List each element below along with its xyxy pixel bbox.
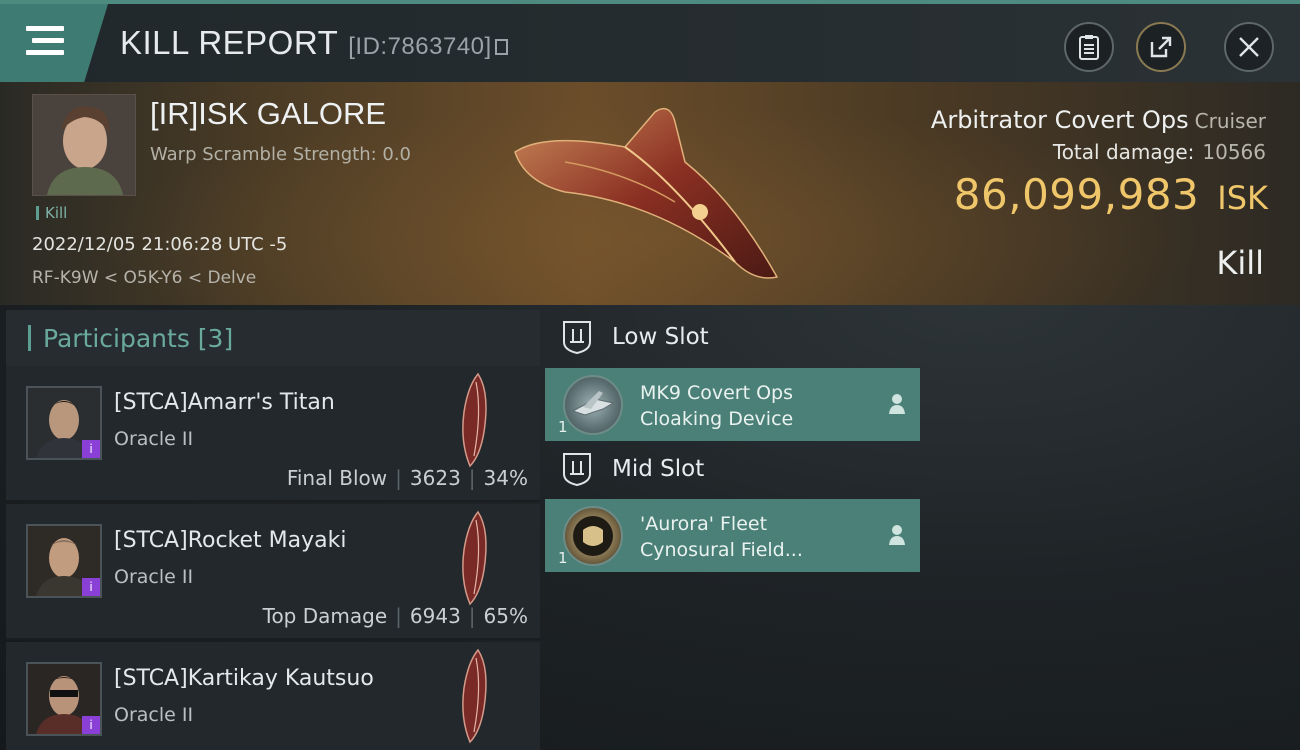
participant-name[interactable]: [STCA]Rocket Mayaki <box>114 528 346 553</box>
total-damage-label: Total damage: <box>1052 140 1195 164</box>
result-label: Kill <box>1216 244 1264 282</box>
module-name-line2: Cynosural Field... <box>640 539 803 561</box>
ship-name[interactable]: Arbitrator Covert Ops Cruiser <box>931 106 1266 134</box>
participant-ship-icon[interactable] <box>454 648 494 744</box>
participant-row[interactable]: i [STCA]Kartikay Kautsuo Oracle II <box>6 642 540 750</box>
participants-header: Participants [3] <box>6 310 540 366</box>
participant-damage: 3623 <box>409 466 461 490</box>
participant-ship-icon[interactable] <box>454 510 494 606</box>
kill-location[interactable]: RF-K9W < O5K-Y6 < Delve <box>32 268 256 288</box>
menu-button[interactable] <box>0 4 108 82</box>
low-slot-header: Low Slot <box>562 320 709 354</box>
victim-name[interactable]: [IR]ISK GALORE <box>150 96 386 132</box>
module-icon-cloak <box>563 375 623 435</box>
module-name-line1: 'Aurora' Fleet <box>640 513 768 535</box>
ship-name-text: Arbitrator Covert Ops <box>930 106 1189 134</box>
module-name-line1: MK9 Covert Ops <box>640 382 794 404</box>
ship-render <box>514 107 779 279</box>
copy-id-icon[interactable] <box>494 39 508 55</box>
participant-ship: Oracle II <box>114 566 194 588</box>
top-bar: KILL REPORT [ID:7863740] <box>0 0 1300 82</box>
module-quantity: 1 <box>558 418 568 436</box>
participant-row[interactable]: i [STCA]Amarr's Titan Oracle II Final Bl… <box>6 366 540 502</box>
person-icon[interactable] <box>888 393 906 415</box>
total-damage-value: 10566 <box>1202 140 1266 164</box>
module-name: 'Aurora' Fleet Cynosural Field... <box>640 511 870 563</box>
participant-stats: Final Blow | 3623 | 34% <box>286 466 528 490</box>
participants-title: Participants [3] <box>43 323 234 353</box>
clipboard-icon <box>1079 35 1099 60</box>
ship-class: Cruiser <box>1194 109 1266 133</box>
participant-ship: Oracle II <box>114 704 194 726</box>
low-slot-title: Low Slot <box>612 324 709 350</box>
victim-portrait[interactable] <box>32 94 136 196</box>
export-icon <box>1150 36 1172 58</box>
module-name-line2: Cloaking Device <box>640 408 794 430</box>
participant-name[interactable]: [STCA]Kartikay Kautsuo <box>114 666 374 691</box>
participant-stats: Top Damage | 6943 | 65% <box>262 604 528 628</box>
kill-datetime: 2022/12/05 21:06:28 UTC -5 <box>32 234 288 255</box>
victim-avatar <box>33 95 135 195</box>
corp-badge: i <box>82 716 100 734</box>
share-button[interactable] <box>1136 22 1186 72</box>
isk-amount: 86,099,983 <box>953 170 1200 219</box>
module-row[interactable]: 1 'Aurora' Fleet Cynosural Field... <box>545 499 920 572</box>
isk-value: 86,099,983 ISK <box>954 170 1268 219</box>
person-icon[interactable] <box>888 524 906 546</box>
participant-percent: 34% <box>483 466 528 490</box>
module-icon-cyno <box>563 506 623 566</box>
clipboard-button[interactable] <box>1064 22 1114 72</box>
participant-percent: 65% <box>483 604 528 628</box>
warp-scramble-strength: Warp Scramble Strength: 0.0 <box>150 144 412 165</box>
participant-portrait[interactable]: i <box>26 386 102 460</box>
page-title: KILL REPORT [ID:7863740] <box>120 24 508 62</box>
victim-summary: [IR]ISK GALORE Warp Scramble Strength: 0… <box>0 82 1300 305</box>
module-row[interactable]: 1 MK9 Covert Ops Cloaking Device <box>545 368 920 441</box>
module-name: MK9 Covert Ops Cloaking Device <box>640 380 870 432</box>
participant-ship: Oracle II <box>114 428 194 450</box>
corp-badge: i <box>82 578 100 596</box>
participant-damage: 6943 <box>409 604 461 628</box>
participant-name[interactable]: [STCA]Amarr's Titan <box>114 390 335 415</box>
participants-accent <box>28 325 31 351</box>
report-id: [ID:7863740] <box>348 33 492 60</box>
total-damage: Total damage: 10566 <box>1053 140 1266 164</box>
mid-slot-header: Mid Slot <box>562 452 704 486</box>
module-quantity: 1 <box>558 549 568 567</box>
participant-portrait[interactable]: i <box>26 662 102 736</box>
close-icon <box>1239 37 1259 57</box>
title-text: KILL REPORT <box>120 24 339 61</box>
slot-mid-icon <box>563 453 591 486</box>
isk-unit: ISK <box>1217 179 1268 217</box>
close-button[interactable] <box>1224 22 1274 72</box>
menu-icon <box>26 26 64 56</box>
participant-row[interactable]: i [STCA]Rocket Mayaki Oracle II Top Dama… <box>6 504 540 640</box>
mid-slot-title: Mid Slot <box>612 456 705 482</box>
participant-role: Final Blow <box>286 466 388 490</box>
kill-tag: Kill <box>36 204 67 222</box>
participant-portrait[interactable]: i <box>26 524 102 598</box>
corp-badge: i <box>82 440 100 458</box>
slot-low-icon <box>563 321 591 354</box>
participant-role: Top Damage <box>262 604 388 628</box>
participant-ship-icon[interactable] <box>454 372 494 468</box>
